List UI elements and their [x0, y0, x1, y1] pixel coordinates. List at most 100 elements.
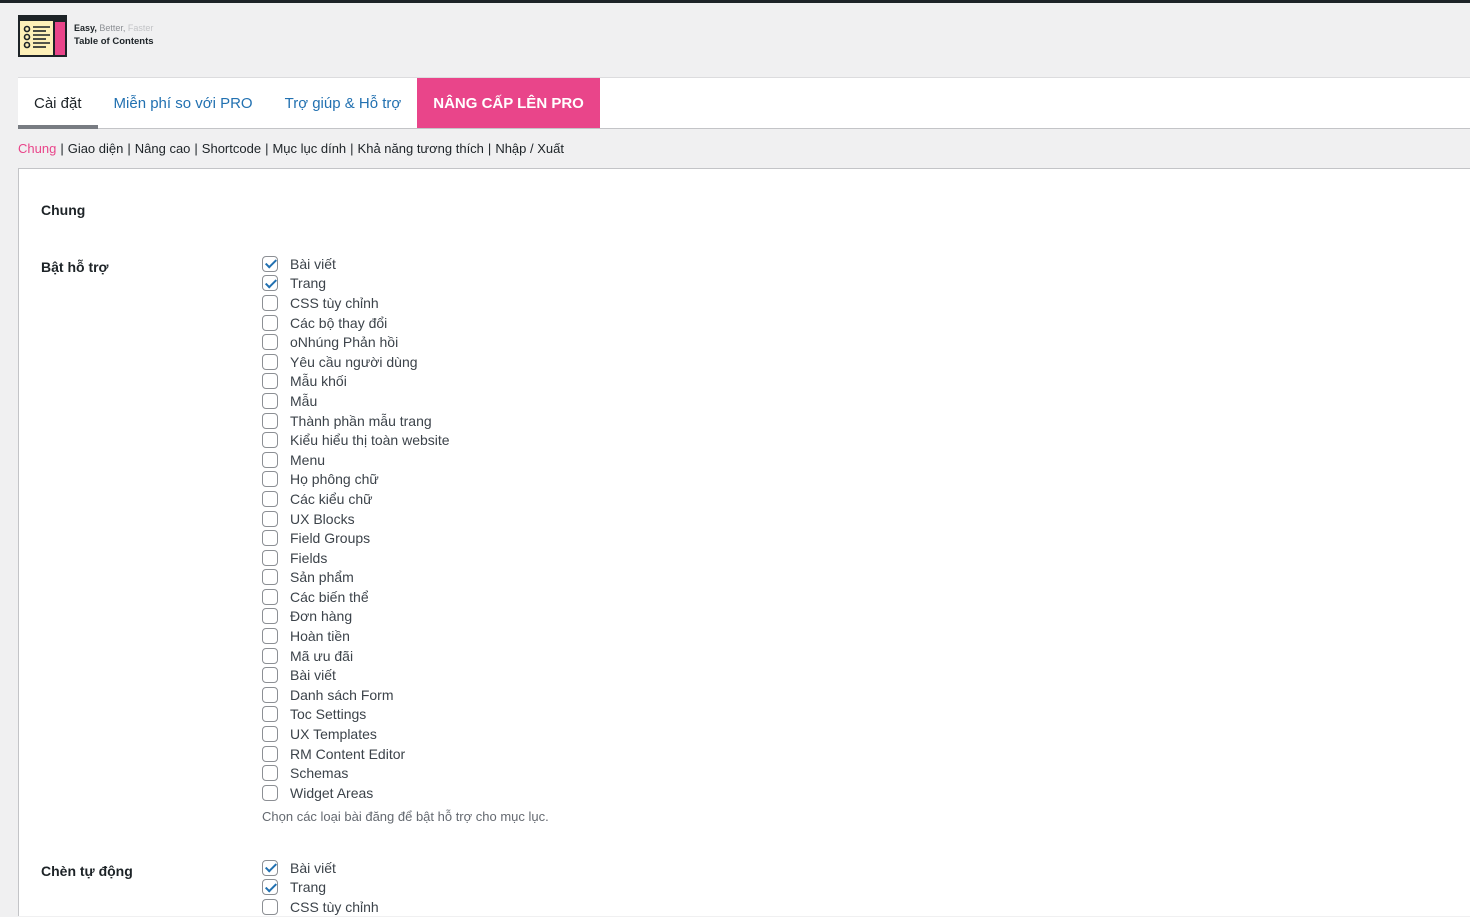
enable-support-option[interactable]: Bài viết: [262, 665, 450, 685]
checkbox-unchecked[interactable]: [262, 588, 278, 605]
enable-support-option-label[interactable]: Mã ưu đãi: [290, 648, 353, 664]
enable-support-option[interactable]: Toc Settings: [262, 705, 450, 725]
enable-support-option[interactable]: UX Templates: [262, 724, 450, 744]
enable-support-option-label[interactable]: RM Content Editor: [290, 746, 405, 762]
enable-support-option[interactable]: Fields: [262, 548, 450, 568]
enable-support-option-label[interactable]: Bài viết: [290, 256, 336, 272]
auto-insert-option-label[interactable]: CSS tùy chỉnh: [290, 899, 379, 915]
checkbox-unchecked[interactable]: [262, 432, 278, 449]
enable-support-option[interactable]: Menu: [262, 450, 450, 470]
enable-support-option-label[interactable]: Bài viết: [290, 667, 336, 683]
enable-support-option[interactable]: Các bộ thay đổi: [262, 313, 450, 333]
checkbox-unchecked[interactable]: [262, 569, 278, 586]
checkbox-unchecked[interactable]: [262, 510, 278, 527]
enable-support-option[interactable]: Danh sách Form: [262, 685, 450, 705]
subnav-import-export[interactable]: Nhập / Xuất: [495, 141, 564, 156]
enable-support-option-label[interactable]: Trang: [290, 275, 326, 291]
enable-support-option[interactable]: Sản phẩm: [262, 568, 450, 588]
auto-insert-option[interactable]: Trang: [262, 878, 379, 898]
enable-support-option[interactable]: Đơn hàng: [262, 607, 450, 627]
enable-support-option-label[interactable]: Đơn hàng: [290, 608, 352, 624]
enable-support-option[interactable]: Mẫu khối: [262, 372, 450, 392]
enable-support-option[interactable]: Thành phần mẫu trang: [262, 411, 450, 431]
checkbox-unchecked[interactable]: [262, 530, 278, 547]
checkbox-checked[interactable]: [262, 255, 278, 272]
checkbox-unchecked[interactable]: [262, 706, 278, 723]
enable-support-option-label[interactable]: Các kiểu chữ: [290, 491, 373, 507]
checkbox-unchecked[interactable]: [262, 314, 278, 331]
checkbox-unchecked[interactable]: [262, 412, 278, 429]
tab-settings[interactable]: Cài đặt: [18, 78, 98, 129]
enable-support-option-label[interactable]: Menu: [290, 452, 325, 468]
enable-support-option-label[interactable]: Toc Settings: [290, 706, 366, 722]
enable-support-option-label[interactable]: Họ phông chữ: [290, 471, 379, 487]
enable-support-option-label[interactable]: Field Groups: [290, 530, 370, 546]
checkbox-checked[interactable]: [262, 879, 278, 896]
enable-support-option[interactable]: RM Content Editor: [262, 744, 450, 764]
checkbox-unchecked[interactable]: [262, 628, 278, 645]
enable-support-option[interactable]: Trang: [262, 274, 450, 294]
enable-support-option[interactable]: Các biến thể: [262, 587, 450, 607]
enable-support-option-label[interactable]: Thành phần mẫu trang: [290, 413, 432, 429]
enable-support-option-label[interactable]: Mẫu: [290, 393, 317, 409]
checkbox-unchecked[interactable]: [262, 490, 278, 507]
checkbox-unchecked[interactable]: [262, 608, 278, 625]
subnav-sticky-toc[interactable]: Mục lục dính: [272, 141, 346, 156]
checkbox-unchecked[interactable]: [262, 726, 278, 743]
checkbox-unchecked[interactable]: [262, 667, 278, 684]
enable-support-option-label[interactable]: Các biến thể: [290, 589, 369, 605]
subnav-compatibility[interactable]: Khả năng tương thích: [358, 141, 484, 156]
enable-support-option-label[interactable]: Yêu cầu người dùng: [290, 354, 418, 370]
enable-support-option-label[interactable]: Kiểu hiểu thị toàn website: [290, 432, 450, 448]
subnav-general[interactable]: Chung: [18, 141, 56, 156]
checkbox-unchecked[interactable]: [262, 745, 278, 762]
enable-support-option[interactable]: Widget Areas: [262, 783, 450, 803]
enable-support-option[interactable]: Mẫu: [262, 391, 450, 411]
auto-insert-option[interactable]: CSS tùy chỉnh: [262, 897, 379, 917]
subnav-appearance[interactable]: Giao diện: [68, 141, 124, 156]
checkbox-unchecked[interactable]: [262, 686, 278, 703]
checkbox-checked[interactable]: [262, 275, 278, 292]
subnav-advanced[interactable]: Nâng cao: [135, 141, 191, 156]
enable-support-option-label[interactable]: Hoàn tiền: [290, 628, 350, 644]
enable-support-option[interactable]: Field Groups: [262, 528, 450, 548]
checkbox-unchecked[interactable]: [262, 765, 278, 782]
enable-support-option[interactable]: oNhúng Phản hồi: [262, 332, 450, 352]
enable-support-option-label[interactable]: Sản phẩm: [290, 569, 354, 585]
enable-support-option-label[interactable]: Fields: [290, 550, 327, 566]
auto-insert-option-label[interactable]: Trang: [290, 879, 326, 895]
checkbox-unchecked[interactable]: [262, 392, 278, 409]
auto-insert-option[interactable]: Bài viết: [262, 858, 379, 878]
enable-support-option[interactable]: UX Blocks: [262, 509, 450, 529]
enable-support-option[interactable]: Kiểu hiểu thị toàn website: [262, 430, 450, 450]
checkbox-unchecked[interactable]: [262, 294, 278, 311]
enable-support-option[interactable]: Bài viết: [262, 254, 450, 274]
enable-support-option[interactable]: Yêu cầu người dùng: [262, 352, 450, 372]
tab-upgrade-pro[interactable]: NÂNG CẤP LÊN PRO: [417, 78, 600, 128]
enable-support-option[interactable]: Các kiểu chữ: [262, 489, 450, 509]
checkbox-unchecked[interactable]: [262, 898, 278, 915]
enable-support-option-label[interactable]: UX Templates: [290, 726, 377, 742]
enable-support-option[interactable]: Mã ưu đãi: [262, 646, 450, 666]
enable-support-option-label[interactable]: UX Blocks: [290, 511, 355, 527]
subnav-shortcode[interactable]: Shortcode: [202, 141, 261, 156]
checkbox-unchecked[interactable]: [262, 353, 278, 370]
tab-help-support[interactable]: Trợ giúp & Hỗ trợ: [269, 78, 418, 129]
checkbox-unchecked[interactable]: [262, 784, 278, 801]
checkbox-unchecked[interactable]: [262, 334, 278, 351]
checkbox-unchecked[interactable]: [262, 373, 278, 390]
auto-insert-option-label[interactable]: Bài viết: [290, 860, 336, 876]
enable-support-option-label[interactable]: Danh sách Form: [290, 687, 393, 703]
checkbox-unchecked[interactable]: [262, 451, 278, 468]
checkbox-unchecked[interactable]: [262, 647, 278, 664]
enable-support-option[interactable]: Họ phông chữ: [262, 470, 450, 490]
enable-support-option[interactable]: Schemas: [262, 763, 450, 783]
checkbox-unchecked[interactable]: [262, 471, 278, 488]
enable-support-option-label[interactable]: Schemas: [290, 765, 348, 781]
enable-support-option-label[interactable]: Widget Areas: [290, 785, 373, 801]
enable-support-option[interactable]: CSS tùy chỉnh: [262, 293, 450, 313]
enable-support-option-label[interactable]: oNhúng Phản hồi: [290, 334, 398, 350]
enable-support-option-label[interactable]: Mẫu khối: [290, 373, 347, 389]
enable-support-option[interactable]: Hoàn tiền: [262, 626, 450, 646]
tab-free-vs-pro[interactable]: Miễn phí so với PRO: [98, 78, 269, 129]
